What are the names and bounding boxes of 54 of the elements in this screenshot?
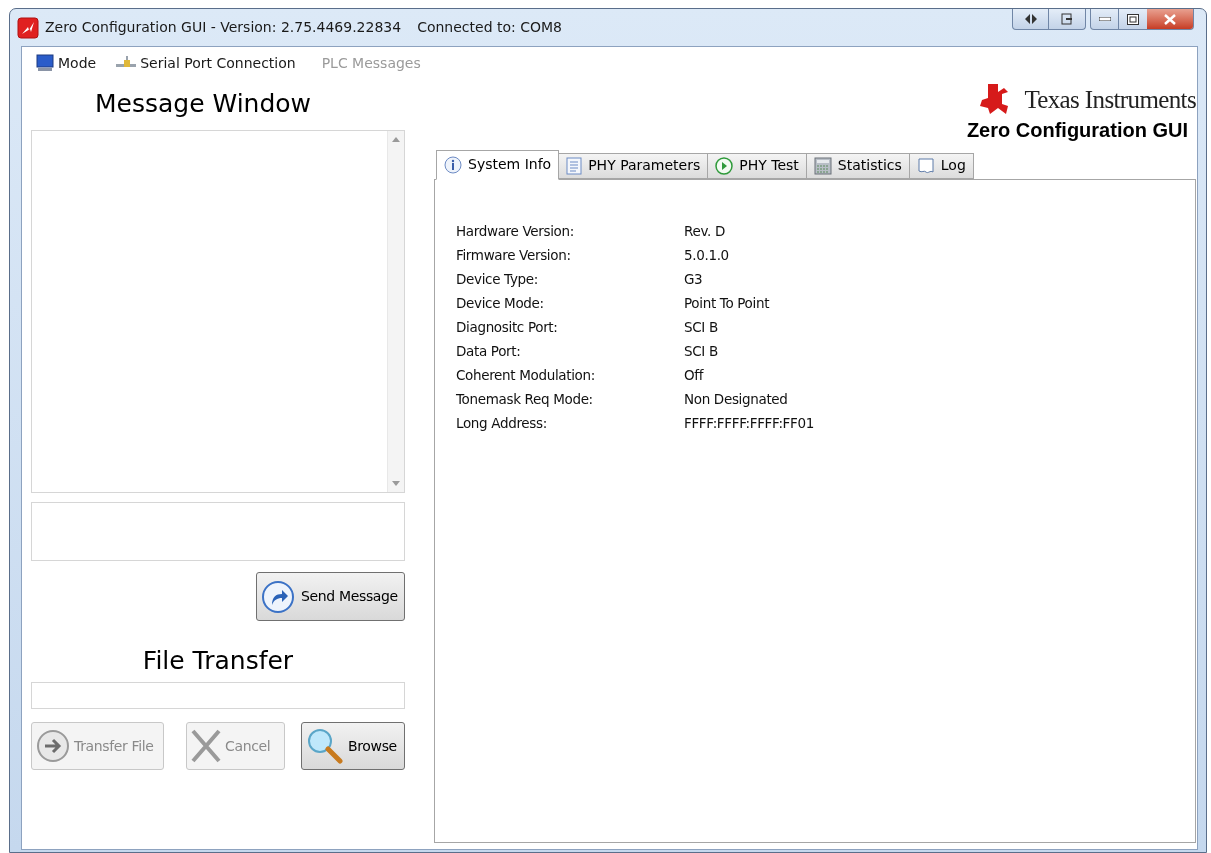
scrollbar[interactable] xyxy=(387,131,404,492)
info-value: SCI B xyxy=(684,318,718,338)
brand-name: Texas Instruments xyxy=(1024,85,1196,115)
info-label: Long Address: xyxy=(456,414,548,434)
scroll-down-icon[interactable] xyxy=(392,481,400,486)
search-icon xyxy=(306,728,344,764)
info-value: G3 xyxy=(684,270,703,290)
app-logo-icon xyxy=(17,16,39,39)
page-icon xyxy=(916,156,935,175)
info-icon xyxy=(444,155,462,174)
file-transfer-heading: File Transfer xyxy=(141,645,295,677)
monitor-icon xyxy=(36,54,54,72)
arrows-icon xyxy=(1023,14,1038,24)
message-input[interactable] xyxy=(31,502,405,561)
window-title: Zero Configuration GUI - Version: 2.75.4469.22834 xyxy=(45,18,402,37)
info-label: Coherent Modulation: xyxy=(456,366,596,386)
info-value: Point To Point xyxy=(684,294,770,314)
connection-status: Connected to: COM8 xyxy=(417,18,562,37)
info-label: Tonemask Req Mode: xyxy=(456,390,594,410)
info-value: Off xyxy=(684,366,704,386)
tab[interactable]: Log xyxy=(908,152,974,179)
info-value: 5.0.1.0 xyxy=(684,246,729,266)
info-label: Diagnositc Port: xyxy=(456,318,559,338)
info-label: Firmware Version: xyxy=(456,246,572,266)
info-value: Non Designated xyxy=(684,390,788,410)
info-value: FFFF:FFFF:FFFF:FF01 xyxy=(684,414,814,434)
menu-item[interactable]: Serial Port Connection xyxy=(116,52,296,74)
send-message-button[interactable]: Send Message xyxy=(256,572,405,621)
message-window-heading: Message Window xyxy=(94,88,313,120)
menu-item[interactable]: Mode xyxy=(36,52,97,74)
file-path-field[interactable] xyxy=(31,682,405,709)
cross-icon xyxy=(191,729,221,763)
document-icon xyxy=(566,156,583,175)
tab[interactable]: System Info xyxy=(436,149,560,180)
logo-subtitle: Zero Configuration GUI xyxy=(966,117,1188,143)
minimize-icon xyxy=(1098,17,1111,21)
calculator-icon xyxy=(813,156,832,175)
info-label: Device Mode: xyxy=(456,294,545,314)
tab[interactable]: Statistics xyxy=(805,152,910,179)
tab[interactable]: PHY Parameters xyxy=(558,152,709,179)
window-icon xyxy=(1061,13,1073,25)
scroll-up-icon[interactable] xyxy=(392,137,400,142)
close-button[interactable] xyxy=(1147,9,1193,29)
play-icon xyxy=(715,156,734,175)
info-label: Device Type: xyxy=(456,270,539,290)
info-label: Hardware Version: xyxy=(456,222,575,242)
close-icon xyxy=(1164,13,1176,25)
plug-icon xyxy=(116,56,137,70)
maximize-icon xyxy=(1127,13,1139,25)
info-value: Rev. D xyxy=(684,222,725,242)
info-label: Data Port: xyxy=(456,342,522,362)
info-value: SCI B xyxy=(684,342,718,362)
tab[interactable]: PHY Test xyxy=(707,152,807,179)
browse-button[interactable]: Browse xyxy=(301,722,405,770)
